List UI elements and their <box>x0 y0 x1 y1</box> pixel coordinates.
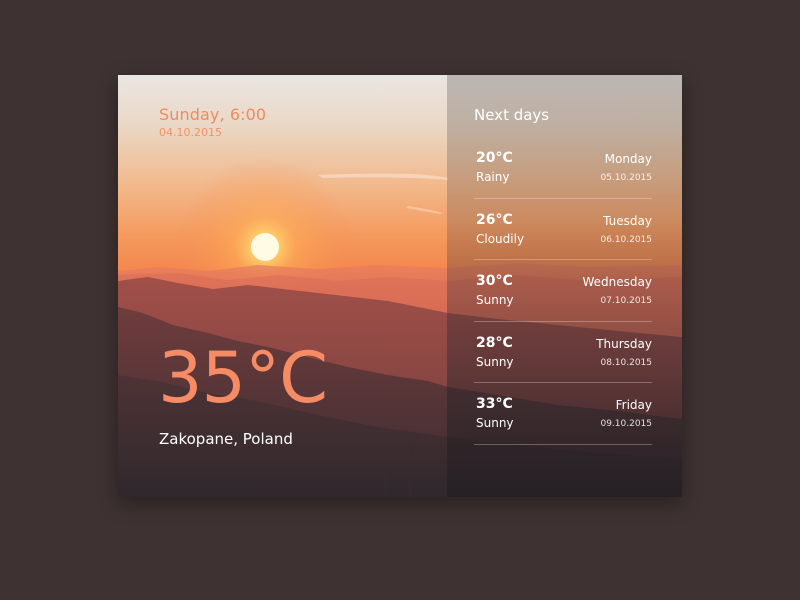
forecast-condition: Sunny <box>476 293 514 307</box>
forecast-title: Next days <box>474 106 550 124</box>
forecast-row-monday[interactable]: 20°C Rainy Monday 05.10.2015 <box>474 137 652 199</box>
forecast-day-name: Monday <box>604 152 652 166</box>
forecast-date: 07.10.2015 <box>600 296 652 306</box>
forecast-condition: Rainy <box>476 170 510 184</box>
forecast-day-name: Tuesday <box>603 213 652 228</box>
forecast-temperature: 33°C <box>476 396 513 412</box>
forecast-date: 08.10.2015 <box>600 357 652 368</box>
current-temperature: 35°C <box>158 337 328 419</box>
current-weather-panel: Sunday, 6:00 04.10.2015 35°C Zakopane, P… <box>118 75 447 497</box>
forecast-row-wednesday[interactable]: 30°C Sunny Wednesday 07.10.2015 <box>474 260 652 322</box>
current-date: 04.10.2015 <box>159 126 222 139</box>
forecast-date: 06.10.2015 <box>600 234 652 245</box>
forecast-condition: Cloudily <box>476 231 525 246</box>
forecast-temperature: 20°C <box>476 150 513 166</box>
forecast-temperature: 30°C <box>476 273 513 289</box>
forecast-day-name: Wednesday <box>582 275 652 289</box>
forecast-condition: Sunny <box>476 416 514 430</box>
weather-card: Sunday, 6:00 04.10.2015 35°C Zakopane, P… <box>118 75 682 497</box>
forecast-date: 09.10.2015 <box>600 419 652 429</box>
forecast-list: 20°C Rainy Monday 05.10.2015 26°C Cloudi… <box>474 137 652 445</box>
location-label: Zakopane, Poland <box>159 430 293 448</box>
forecast-temperature: 26°C <box>476 211 513 228</box>
forecast-panel: Next days 20°C Rainy Monday 05.10.2015 2… <box>447 75 682 497</box>
forecast-row-tuesday[interactable]: 26°C Cloudily Tuesday 06.10.2015 <box>474 199 652 260</box>
forecast-row-thursday[interactable]: 28°C Sunny Thursday 08.10.2015 <box>474 322 652 383</box>
forecast-date: 05.10.2015 <box>600 173 652 183</box>
forecast-day-name: Thursday <box>596 336 652 351</box>
forecast-row-friday[interactable]: 33°C Sunny Friday 09.10.2015 <box>474 383 652 445</box>
forecast-day-name: Friday <box>615 398 652 412</box>
current-day-time: Sunday, 6:00 <box>159 105 267 124</box>
forecast-condition: Sunny <box>476 354 514 369</box>
forecast-temperature: 28°C <box>476 334 513 351</box>
